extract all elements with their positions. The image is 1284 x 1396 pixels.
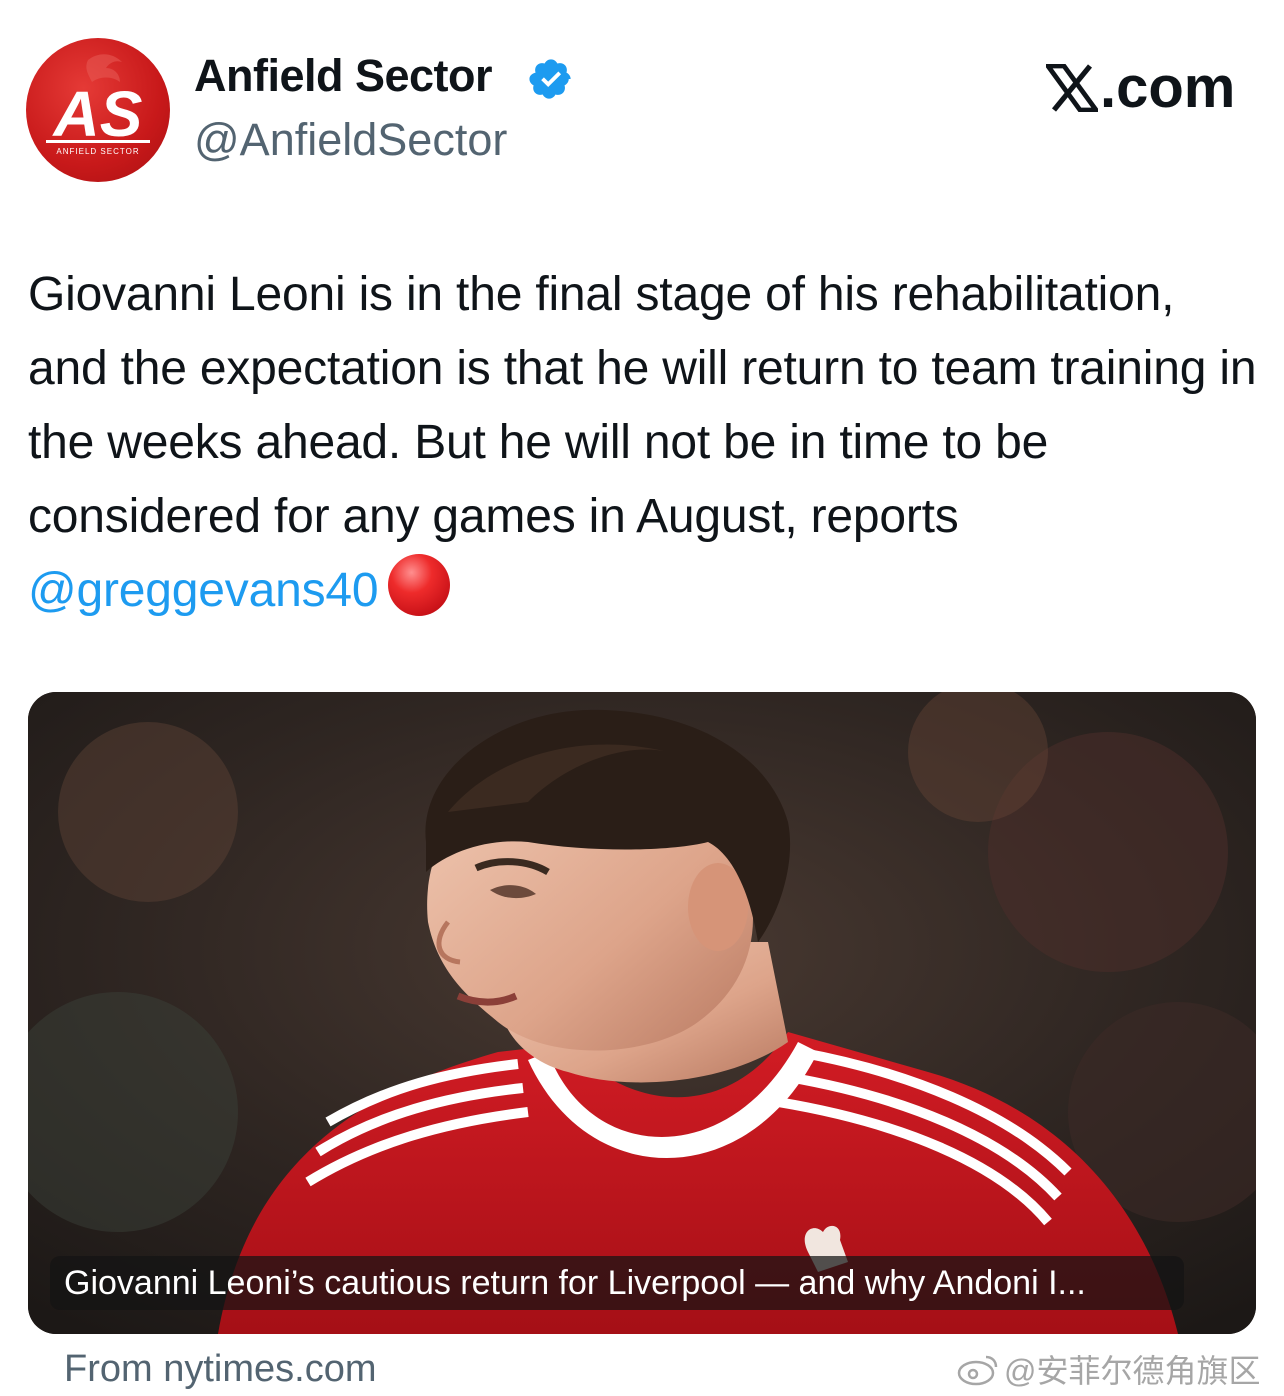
verified-badge-icon	[529, 59, 571, 99]
mention-link[interactable]: @greggevans40	[28, 564, 379, 617]
watermark-text: @安菲尔德角旗区	[1004, 1353, 1261, 1389]
avatar-subtext: ANFIELD SECTOR	[56, 147, 139, 156]
author-name[interactable]: Anfield Sector	[194, 50, 493, 102]
weibo-icon	[957, 1355, 998, 1386]
x-com-logo: .com	[1046, 54, 1235, 121]
anfield-sector-logo: AS ANFIELD SECTOR	[46, 54, 150, 156]
weibo-watermark: @安菲尔德角旗区	[956, 1346, 1261, 1392]
avatar-letters: AS	[52, 78, 143, 150]
brand-domain: .com	[1100, 55, 1236, 120]
card-caption[interactable]: Giovanni Leoni’s cautious return for Liv…	[50, 1256, 1184, 1310]
red-circle-icon	[388, 554, 451, 616]
tweet-text: Giovanni Leoni is in the final stage of …	[28, 258, 1258, 628]
link-card[interactable]: Giovanni Leoni’s cautious return for Liv…	[28, 692, 1256, 1334]
card-source[interactable]: From nytimes.com	[64, 1348, 376, 1391]
avatar[interactable]: AS ANFIELD SECTOR	[26, 38, 170, 182]
x-logo-icon	[1046, 63, 1098, 112]
player-photo	[28, 692, 1256, 1334]
author-handle[interactable]: @AnfieldSector	[194, 114, 507, 166]
tweet-body: Giovanni Leoni is in the final stage of …	[28, 268, 1257, 543]
